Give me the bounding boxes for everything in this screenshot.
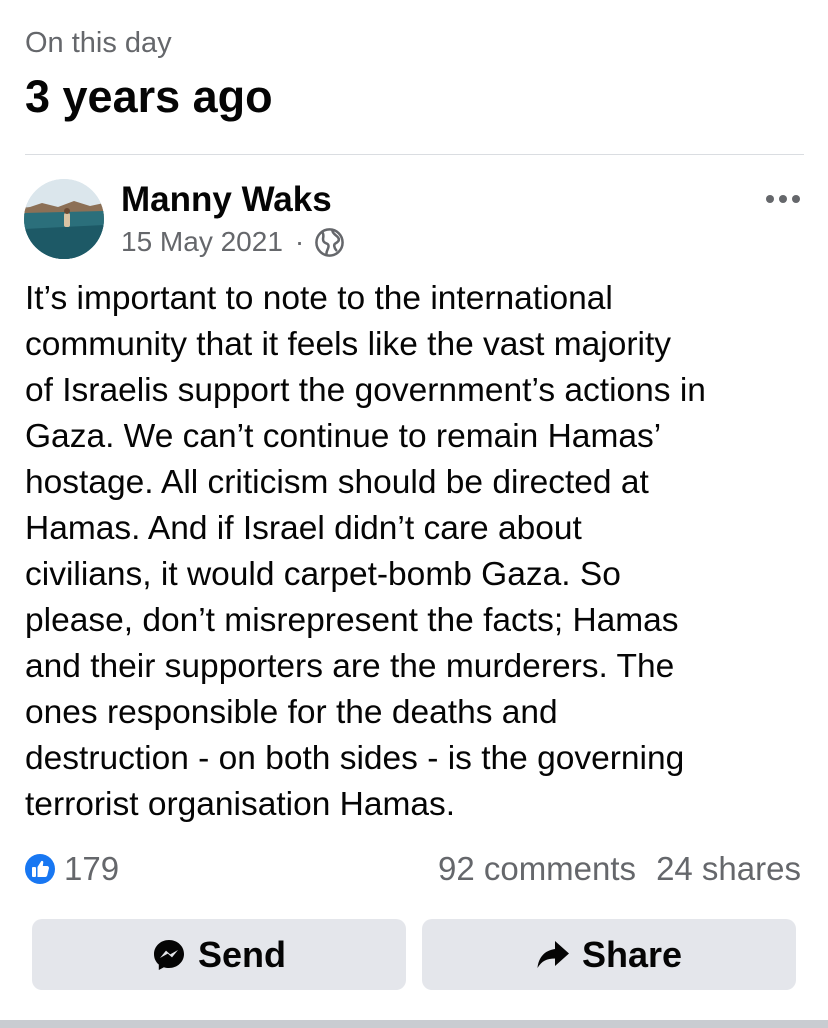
- send-button[interactable]: Send: [32, 919, 406, 990]
- send-label: Send: [197, 933, 286, 975]
- post-date[interactable]: 15 May 2021: [121, 226, 283, 258]
- avatar[interactable]: [24, 179, 104, 259]
- shares-count[interactable]: 24 shares: [656, 850, 801, 888]
- share-button[interactable]: Share: [422, 919, 796, 990]
- share-label: Share: [581, 933, 683, 975]
- more-options-button[interactable]: [762, 186, 804, 212]
- globe-icon: [315, 227, 345, 257]
- comments-count[interactable]: 92 comments: [438, 850, 636, 888]
- divider: [25, 154, 804, 155]
- reactions-summary[interactable]: 179: [24, 849, 119, 889]
- share-arrow-icon: [537, 940, 569, 968]
- meta-separator: ·: [294, 226, 305, 257]
- post-meta: 15 May 2021 ·: [121, 224, 345, 260]
- bottom-divider: [0, 1020, 828, 1028]
- post-text: It’s important to note to the internatio…: [25, 280, 706, 823]
- messenger-icon: [153, 939, 184, 970]
- memory-label: On this day: [25, 27, 172, 59]
- avatar-image: [24, 179, 104, 259]
- like-count: 179: [64, 850, 120, 887]
- more-horizontal-icon: [766, 195, 800, 203]
- author-name[interactable]: Manny Waks: [121, 180, 332, 220]
- like-icon: [25, 854, 55, 884]
- memory-title: 3 years ago: [25, 71, 273, 122]
- engagement-summary: 92 comments 24 shares: [438, 849, 801, 889]
